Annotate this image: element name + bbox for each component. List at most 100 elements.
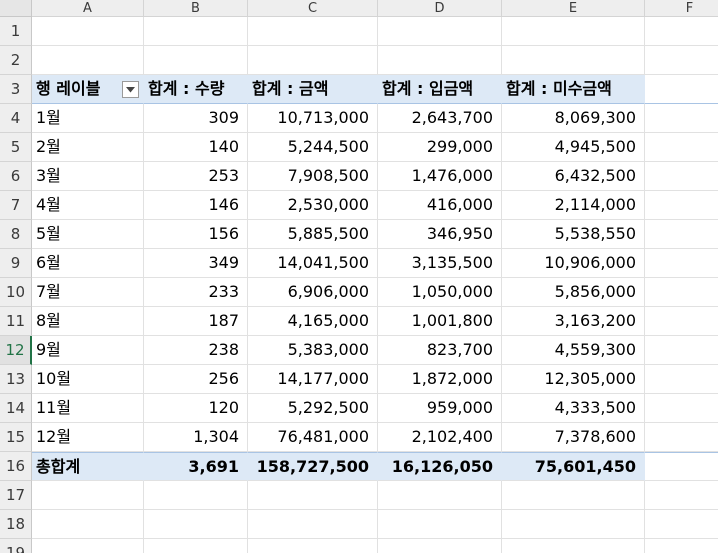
unpaid-value[interactable]: 4,333,500 <box>502 394 645 423</box>
row-header-2[interactable]: 2 <box>0 46 32 75</box>
unpaid-value[interactable]: 12,305,000 <box>502 365 645 394</box>
cell-c17[interactable] <box>248 481 378 510</box>
row-header-6[interactable]: 6 <box>0 162 32 191</box>
select-all-corner[interactable] <box>0 0 32 17</box>
paid-value[interactable]: 2,102,400 <box>378 423 502 452</box>
unpaid-value[interactable]: 7,378,600 <box>502 423 645 452</box>
month-label[interactable]: 7월 <box>32 278 144 307</box>
cell-f18[interactable] <box>645 510 718 539</box>
amount-value[interactable]: 5,292,500 <box>248 394 378 423</box>
cell-d17[interactable] <box>378 481 502 510</box>
column-header-e[interactable]: E <box>502 0 645 17</box>
pivot-header-unpaid[interactable]: 합계 : 미수금액 <box>502 75 645 104</box>
column-header-b[interactable]: B <box>144 0 248 17</box>
paid-value[interactable]: 1,872,000 <box>378 365 502 394</box>
month-label[interactable]: 2월 <box>32 133 144 162</box>
paid-value[interactable]: 959,000 <box>378 394 502 423</box>
empty-cell[interactable] <box>645 336 718 365</box>
column-header-a[interactable]: A <box>32 0 144 17</box>
month-label[interactable]: 1월 <box>32 104 144 133</box>
qty-value[interactable]: 238 <box>144 336 248 365</box>
cell-e18[interactable] <box>502 510 645 539</box>
row-header-1[interactable]: 1 <box>0 17 32 46</box>
total-unpaid[interactable]: 75,601,450 <box>502 452 645 481</box>
empty-cell[interactable] <box>645 162 718 191</box>
column-header-d[interactable]: D <box>378 0 502 17</box>
paid-value[interactable]: 346,950 <box>378 220 502 249</box>
cell-f16[interactable] <box>645 452 718 481</box>
cell-f1[interactable] <box>645 17 718 46</box>
cell-e19[interactable] <box>502 539 645 553</box>
paid-value[interactable]: 416,000 <box>378 191 502 220</box>
empty-cell[interactable] <box>645 307 718 336</box>
unpaid-value[interactable]: 5,856,000 <box>502 278 645 307</box>
row-header-4[interactable]: 4 <box>0 104 32 133</box>
cell-e1[interactable] <box>502 17 645 46</box>
month-label[interactable]: 8월 <box>32 307 144 336</box>
qty-value[interactable]: 156 <box>144 220 248 249</box>
row-header-3[interactable]: 3 <box>0 75 32 104</box>
cell-a2[interactable] <box>32 46 144 75</box>
month-label[interactable]: 3월 <box>32 162 144 191</box>
cell-f19[interactable] <box>645 539 718 553</box>
column-header-f[interactable]: F <box>645 0 718 17</box>
row-header-13[interactable]: 13 <box>0 365 32 394</box>
cell-e17[interactable] <box>502 481 645 510</box>
unpaid-value[interactable]: 4,945,500 <box>502 133 645 162</box>
unpaid-value[interactable]: 5,538,550 <box>502 220 645 249</box>
row-header-14[interactable]: 14 <box>0 394 32 423</box>
cell-f3[interactable] <box>645 75 718 104</box>
filter-dropdown-icon[interactable] <box>122 81 139 98</box>
cell-a17[interactable] <box>32 481 144 510</box>
cell-b18[interactable] <box>144 510 248 539</box>
paid-value[interactable]: 1,001,800 <box>378 307 502 336</box>
row-header-9[interactable]: 9 <box>0 249 32 278</box>
cell-b19[interactable] <box>144 539 248 553</box>
qty-value[interactable]: 140 <box>144 133 248 162</box>
paid-value[interactable]: 1,050,000 <box>378 278 502 307</box>
paid-value[interactable]: 299,000 <box>378 133 502 162</box>
empty-cell[interactable] <box>645 133 718 162</box>
row-header-16[interactable]: 16 <box>0 452 32 481</box>
amount-value[interactable]: 76,481,000 <box>248 423 378 452</box>
cell-b1[interactable] <box>144 17 248 46</box>
cell-f2[interactable] <box>645 46 718 75</box>
pivot-header-amount[interactable]: 합계 : 금액 <box>248 75 378 104</box>
qty-value[interactable]: 253 <box>144 162 248 191</box>
cell-c19[interactable] <box>248 539 378 553</box>
month-label[interactable]: 9월 <box>32 336 144 365</box>
total-label[interactable]: 총합계 <box>32 452 144 481</box>
cell-a18[interactable] <box>32 510 144 539</box>
row-header-18[interactable]: 18 <box>0 510 32 539</box>
cell-d19[interactable] <box>378 539 502 553</box>
paid-value[interactable]: 3,135,500 <box>378 249 502 278</box>
unpaid-value[interactable]: 3,163,200 <box>502 307 645 336</box>
cell-c1[interactable] <box>248 17 378 46</box>
row-header-19[interactable]: 19 <box>0 539 32 553</box>
paid-value[interactable]: 2,643,700 <box>378 104 502 133</box>
cell-f17[interactable] <box>645 481 718 510</box>
qty-value[interactable]: 146 <box>144 191 248 220</box>
qty-value[interactable]: 256 <box>144 365 248 394</box>
row-header-7[interactable]: 7 <box>0 191 32 220</box>
empty-cell[interactable] <box>645 249 718 278</box>
month-label[interactable]: 5월 <box>32 220 144 249</box>
cell-d18[interactable] <box>378 510 502 539</box>
pivot-header-row-label[interactable]: 행 레이블 <box>32 75 144 104</box>
row-header-17[interactable]: 17 <box>0 481 32 510</box>
month-label[interactable]: 12월 <box>32 423 144 452</box>
paid-value[interactable]: 823,700 <box>378 336 502 365</box>
paid-value[interactable]: 1,476,000 <box>378 162 502 191</box>
cell-b17[interactable] <box>144 481 248 510</box>
empty-cell[interactable] <box>645 104 718 133</box>
cell-a1[interactable] <box>32 17 144 46</box>
amount-value[interactable]: 10,713,000 <box>248 104 378 133</box>
month-label[interactable]: 6월 <box>32 249 144 278</box>
amount-value[interactable]: 7,908,500 <box>248 162 378 191</box>
unpaid-value[interactable]: 6,432,500 <box>502 162 645 191</box>
amount-value[interactable]: 5,244,500 <box>248 133 378 162</box>
amount-value[interactable]: 14,177,000 <box>248 365 378 394</box>
row-header-15[interactable]: 15 <box>0 423 32 452</box>
total-paid[interactable]: 16,126,050 <box>378 452 502 481</box>
month-label[interactable]: 4월 <box>32 191 144 220</box>
